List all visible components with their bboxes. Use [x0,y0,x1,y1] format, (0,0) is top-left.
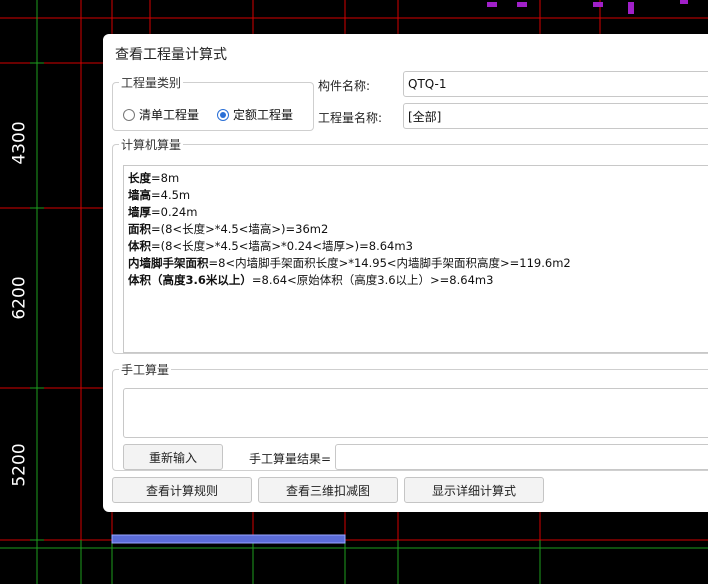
show-detailed-formula-button[interactable]: 显示详细计算式 [404,477,544,503]
calc-line-scaffold-area: 内墙脚手架面积=8<内墙脚手架面积长度>*14.95<内墙脚手架面积高度>=11… [128,256,571,270]
calc-line-area: 面积=(8<长度>*4.5<墙高>)=36m2 [128,222,329,236]
selected-wall-bar[interactable] [111,534,346,544]
reenter-button[interactable]: 重新输入 [123,444,223,470]
quantity-formula-dialog: 查看工程量计算式 工程量类别 清单工程量 定额工程量 构件名称: QTQ-1 工… [103,34,708,512]
quantity-category-group: 工程量类别 清单工程量 定额工程量 [112,74,314,131]
manual-calculation-group: 手工算量 重新输入 手工算量结果= [112,361,708,471]
manual-result-field[interactable] [335,444,708,470]
calc-line-length: 长度=8m [128,171,180,185]
manual-result-label: 手工算量结果= [249,452,332,466]
radio-quota-quantity-label: 定额工程量 [233,108,294,122]
computer-calculation-group: 计算机算量 长度=8m 墙高=4.5m 墙厚=0.24m 面积=(8<长度>*4… [112,136,708,354]
dimension-label-6200: 6200 [9,276,30,320]
quantity-name-label: 工程量名称: [318,111,383,125]
dimension-label-5200: 5200 [9,443,30,487]
component-name-field[interactable]: QTQ-1 [403,71,708,97]
manual-calculation-input[interactable] [123,388,708,438]
calc-line-volume: 体积=(8<长度>*4.5<墙高>*0.24<墙厚>)=8.64m3 [128,239,413,253]
calc-line-wall-height: 墙高=4.5m [128,188,191,202]
purple-marks [487,0,688,14]
dialog-title: 查看工程量计算式 [115,47,227,63]
radio-bill-quantity[interactable]: 清单工程量 [123,106,199,123]
quantity-name-select[interactable]: [全部] [403,103,708,129]
radio-quota-quantity[interactable]: 定额工程量 [217,106,293,123]
computer-calculation-text[interactable]: 长度=8m 墙高=4.5m 墙厚=0.24m 面积=(8<长度>*4.5<墙高>… [123,165,708,353]
component-name-label: 构件名称: [318,79,371,93]
calc-line-volume-above-3-6m: 体积（高度3.6米以上）=8.64<原始体积（高度3.6以上）>=8.64m3 [128,273,494,287]
radio-bill-quantity-label: 清单工程量 [139,108,200,122]
computer-calculation-legend: 计算机算量 [121,138,182,152]
view-calculation-rules-button[interactable]: 查看计算规则 [112,477,252,503]
quantity-category-legend: 工程量类别 [121,76,182,90]
dimension-label-4300: 4300 [9,121,30,165]
radio-unchecked-icon [123,108,135,121]
manual-calculation-legend: 手工算量 [121,363,170,377]
radio-checked-icon [217,108,229,121]
calc-line-wall-thickness: 墙厚=0.24m [128,205,198,219]
view-3d-deduction-button[interactable]: 查看三维扣减图 [258,477,398,503]
